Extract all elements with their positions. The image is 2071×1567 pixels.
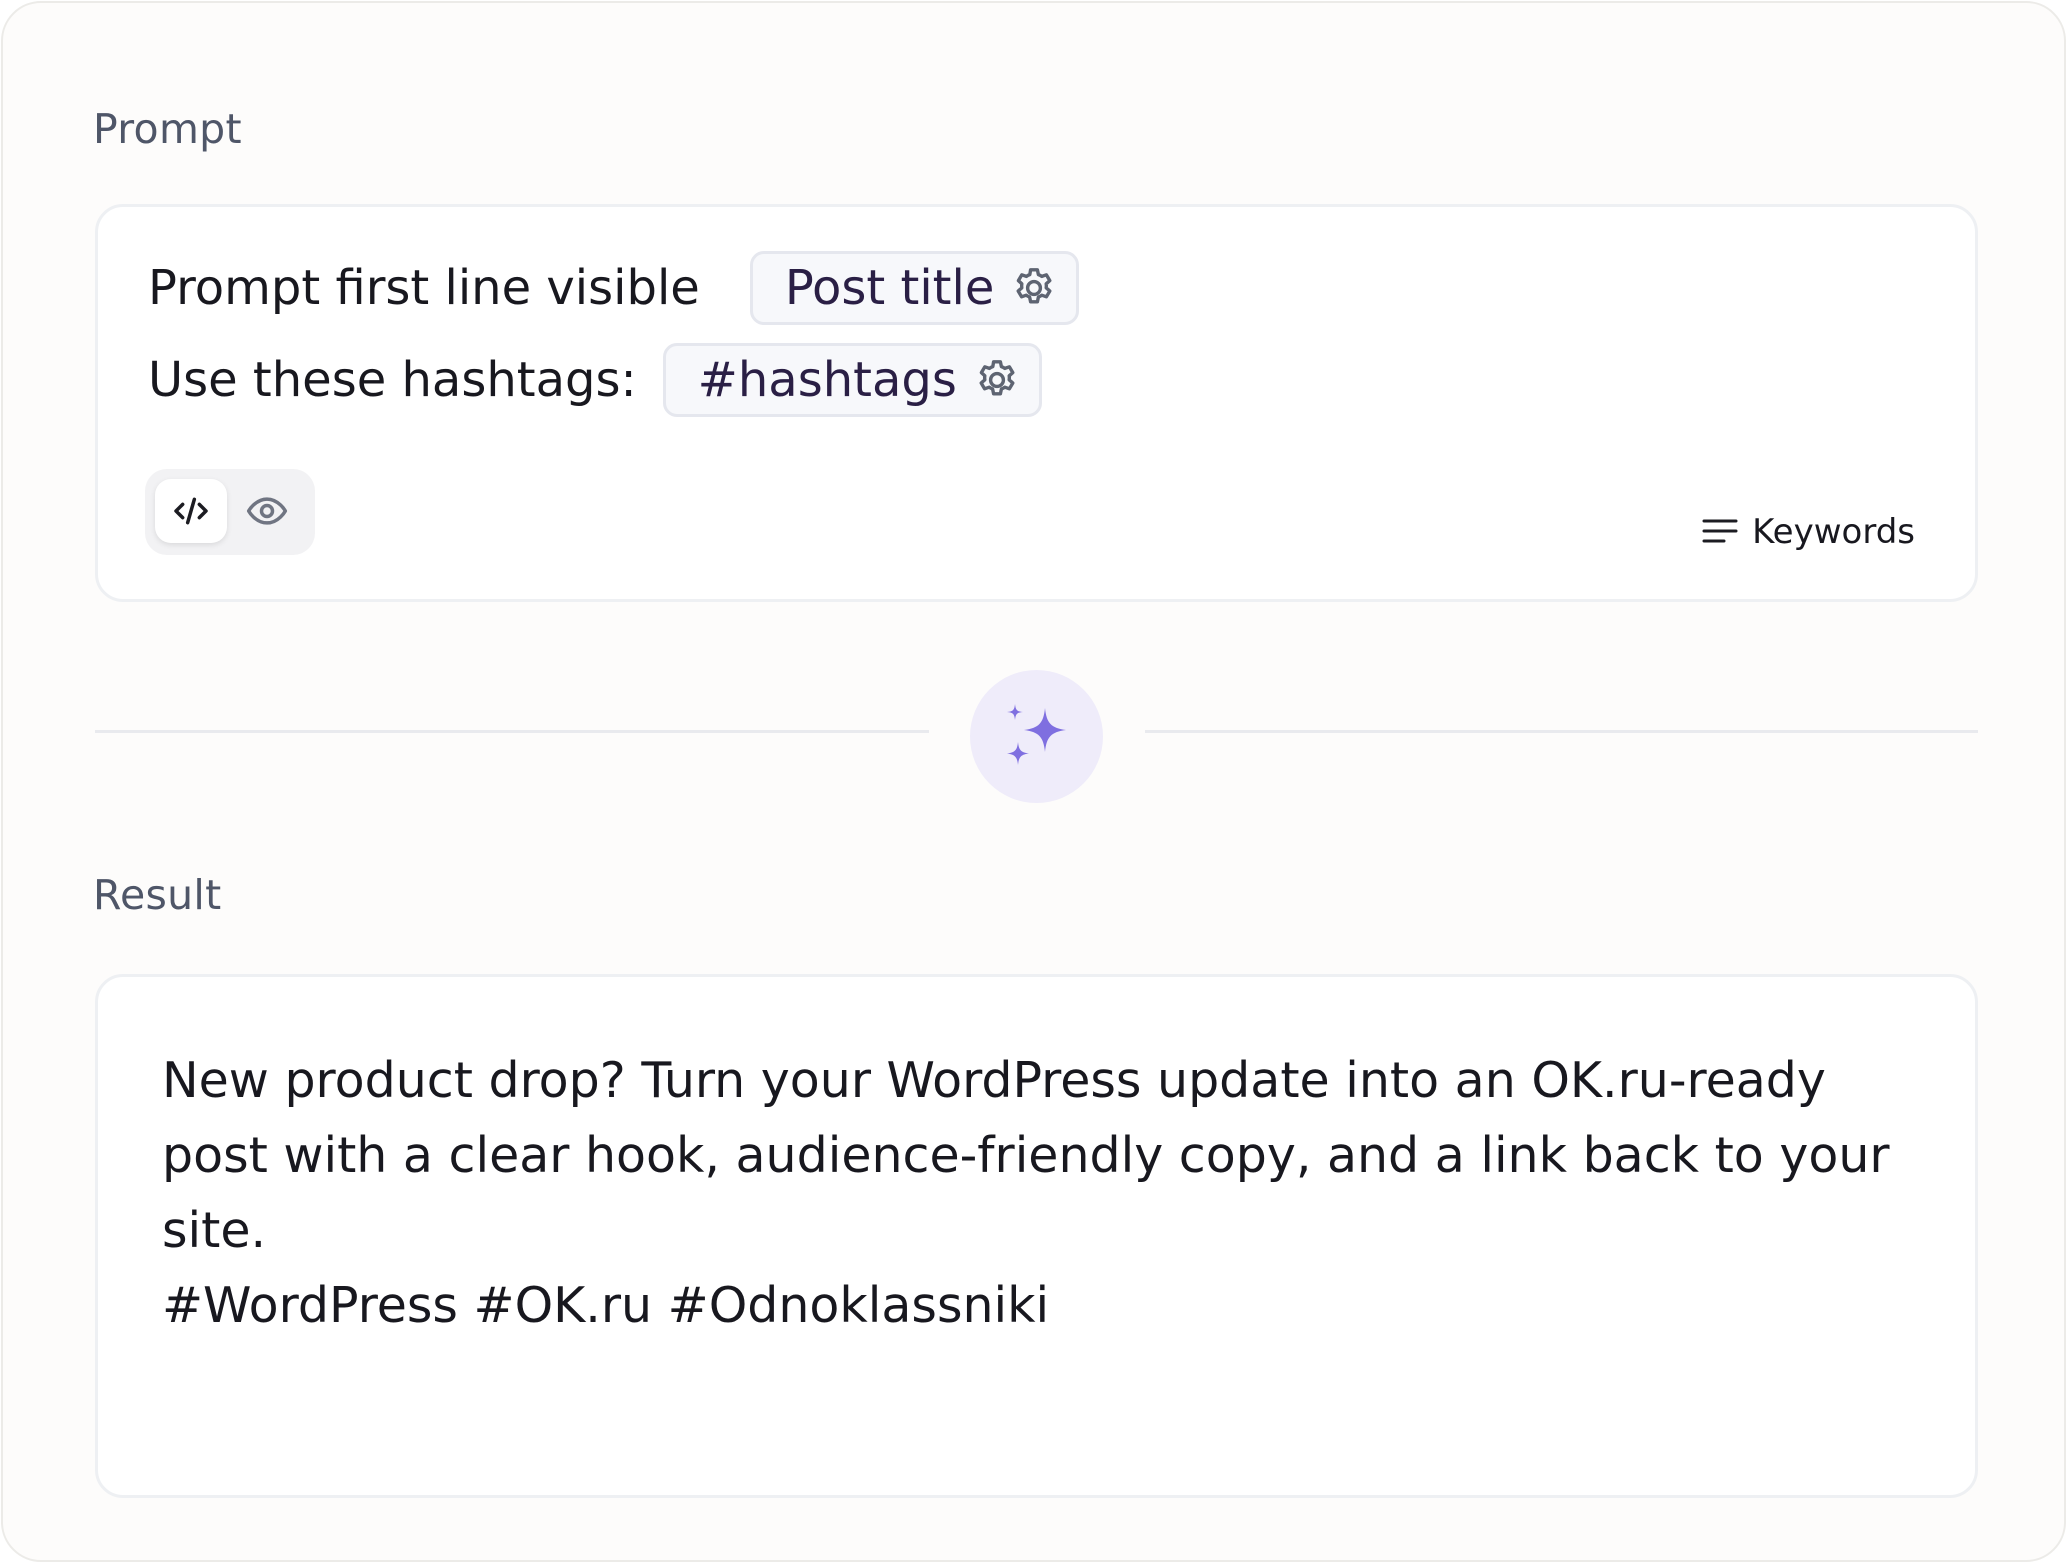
result-text: New product drop? Turn your WordPress up… [162,1043,1922,1343]
prompt-editor[interactable]: Prompt first line visible Post title Use… [95,204,1978,602]
keywords-label: Keywords [1752,512,1915,552]
prompt-line-1: Prompt first line visible Post title [148,251,1080,325]
eye-icon [246,497,288,525]
gear-icon[interactable] [973,356,1021,404]
hashtags-chip-label: #hashtags [697,352,957,408]
result-body: New product drop? Turn your WordPress up… [162,1052,1890,1259]
view-mode-toggle [145,469,315,555]
code-view-button[interactable] [155,479,227,543]
hashtags-variable-chip[interactable]: #hashtags [662,343,1042,417]
generate-button[interactable] [970,670,1103,803]
result-output[interactable]: New product drop? Turn your WordPress up… [95,974,1978,1498]
post-title-variable-chip[interactable]: Post title [749,251,1080,325]
code-icon [174,497,208,525]
result-hashtags: #WordPress #OK.ru #Odnoklassniki [162,1277,1050,1334]
prompt-line-2-text: Use these hashtags: [148,352,637,408]
prompt-section-label: Prompt [93,105,242,153]
gear-icon[interactable] [1010,264,1058,312]
lines-icon [1702,519,1738,543]
prompt-line-1-text: Prompt first line visible [148,260,700,316]
sparkles-icon [1006,703,1066,765]
prompt-result-card: Prompt Prompt first line visible Post ti… [1,1,2066,1562]
post-title-chip-label: Post title [784,260,995,316]
preview-view-button[interactable] [231,479,303,543]
prompt-line-2: Use these hashtags: #hashtags [148,343,1042,417]
result-section-label: Result [93,871,222,919]
divider-left [95,730,929,733]
keywords-button[interactable]: Keywords [1702,512,1915,552]
divider-right [1145,730,1978,733]
